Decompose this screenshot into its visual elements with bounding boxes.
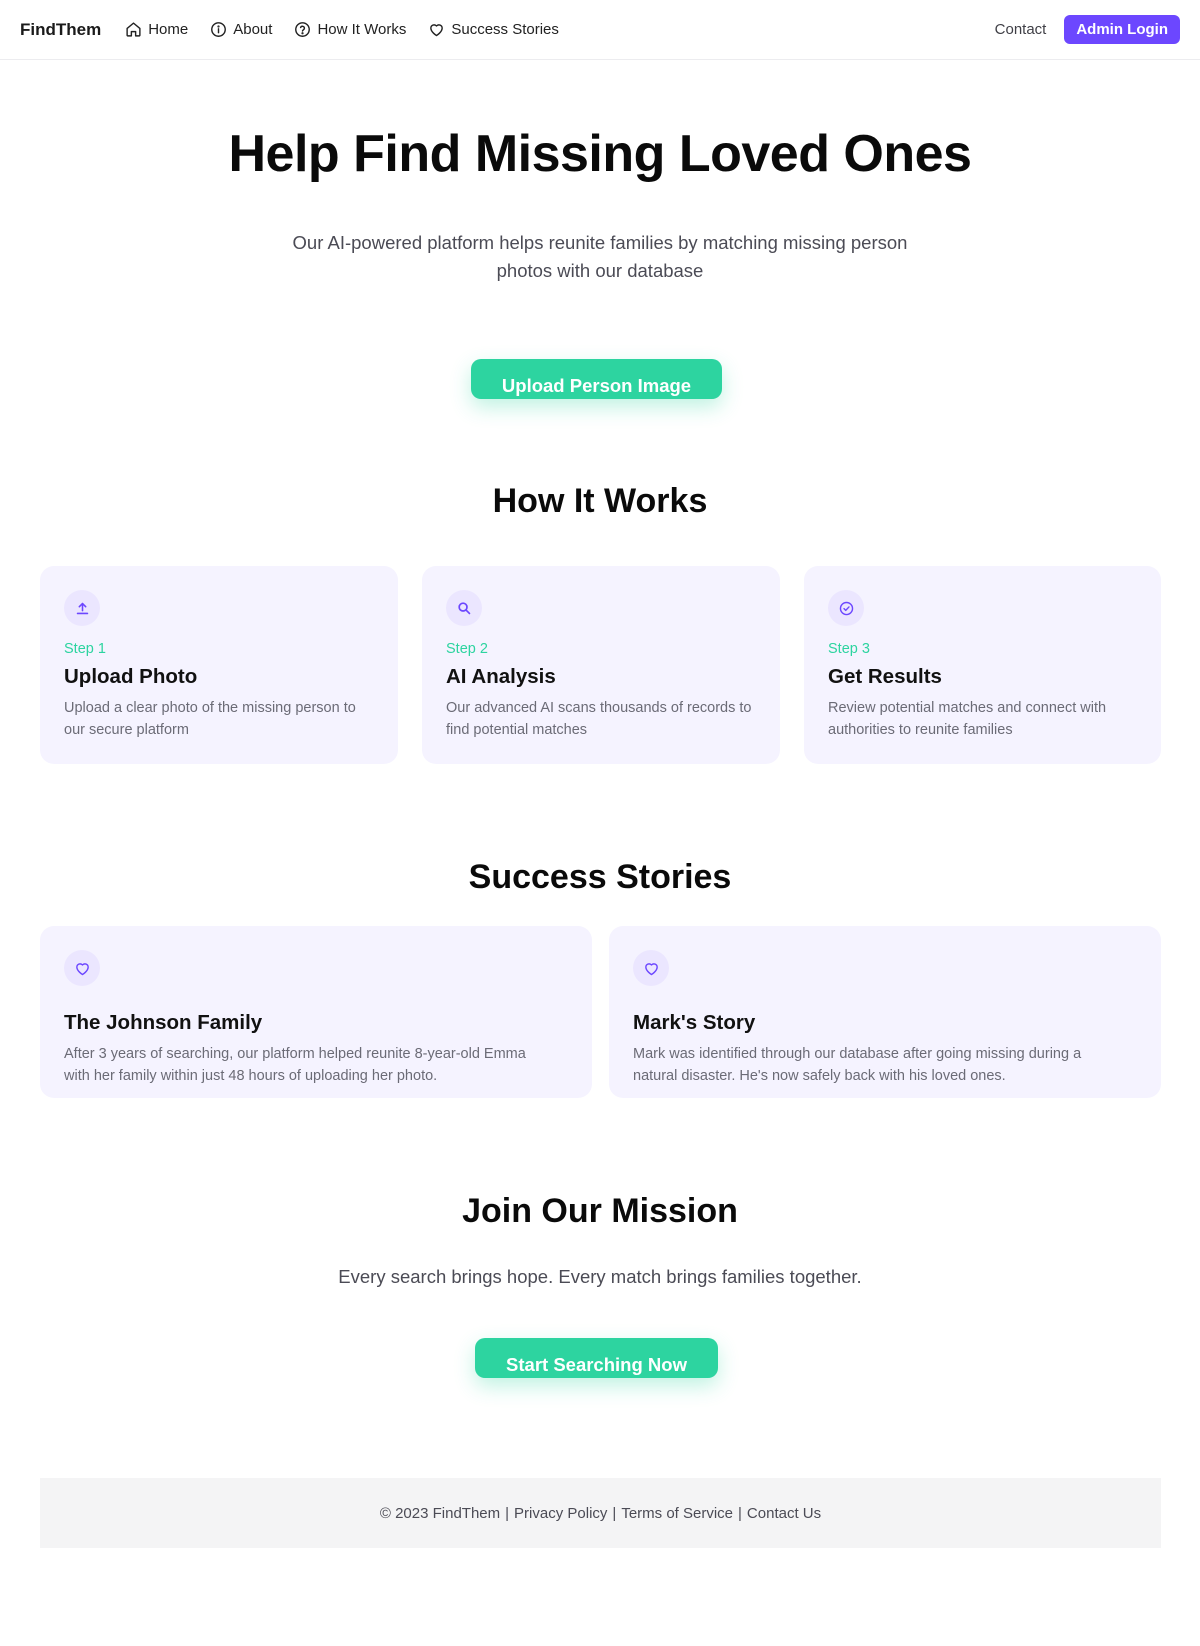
footer: © 2023 FindThem | Privacy Policy | Terms… <box>40 1478 1161 1548</box>
home-icon <box>126 22 141 37</box>
footer-privacy-link[interactable]: Privacy Policy <box>514 1505 607 1522</box>
nav-contact-link[interactable]: Contact <box>995 21 1047 38</box>
heart-icon <box>644 962 658 975</box>
step-number: Step 2 <box>446 641 488 657</box>
top-navbar: FindThem Home About How It Works Success… <box>0 0 1200 60</box>
hero-subtitle: Our AI-powered platform helps reunite fa… <box>292 232 908 281</box>
success-stories-title: Success Stories <box>468 858 732 896</box>
start-searching-button[interactable]: Start Searching Now <box>475 1338 718 1378</box>
step-description: Upload a clear photo of the missing pers… <box>64 700 356 738</box>
join-mission-title: Join Our Mission <box>462 1192 738 1230</box>
heart-icon <box>75 962 89 975</box>
step-icon-circle <box>828 590 864 626</box>
join-mission-subtitle: Every search brings hope. Every match br… <box>338 1266 862 1287</box>
step-number: Step 1 <box>64 641 106 657</box>
hero-title: Help Find Missing Loved Ones <box>228 125 972 183</box>
nav-link-how-it-works[interactable]: How It Works <box>294 21 406 38</box>
step-card-upload: Step 1 Upload Photo Upload a clear photo… <box>40 566 398 764</box>
step-card-ai-analysis: Step 2 AI Analysis Our advanced AI scans… <box>422 566 780 764</box>
nav-link-label: Success Stories <box>451 21 559 38</box>
nav-link-label: Home <box>148 21 189 38</box>
nav-link-success-stories[interactable]: Success Stories <box>428 21 559 38</box>
nav-link-label: About <box>233 21 273 38</box>
nav-link-home[interactable]: Home <box>125 21 188 38</box>
story-title: The Johnson Family <box>64 1011 263 1034</box>
step-title: AI Analysis <box>446 665 556 688</box>
help-circle-icon <box>295 22 311 37</box>
step-title: Upload Photo <box>64 665 198 688</box>
step-icon-circle <box>446 590 482 626</box>
brand-logo[interactable]: FindThem <box>20 20 101 40</box>
footer-separator: | <box>612 1504 617 1522</box>
footer-separator: | <box>738 1504 742 1522</box>
story-icon-circle <box>633 950 669 986</box>
info-icon <box>211 22 227 37</box>
heart-icon <box>430 24 444 37</box>
admin-login-button[interactable]: Admin Login <box>1064 15 1180 44</box>
story-card-johnson-family: The Johnson Family After 3 years of sear… <box>40 926 592 1098</box>
search-icon <box>457 601 470 614</box>
how-it-works-title: How It Works <box>492 482 708 520</box>
nav-link-label: How It Works <box>317 21 407 38</box>
step-number: Step 3 <box>828 641 870 657</box>
footer-contact-link[interactable]: Contact Us <box>747 1505 821 1522</box>
story-title: Mark's Story <box>633 1011 756 1034</box>
upload-icon <box>76 602 88 614</box>
step-title: Get Results <box>828 665 942 688</box>
step-card-get-results: Step 3 Get Results Review potential matc… <box>804 566 1161 764</box>
footer-terms-link[interactable]: Terms of Service <box>621 1505 733 1522</box>
story-icon-circle <box>64 950 100 986</box>
check-circle-icon <box>839 601 853 615</box>
story-description: Mark was identified through our database… <box>633 1046 1082 1084</box>
nav-link-about[interactable]: About <box>210 21 272 38</box>
story-description: After 3 years of searching, our platform… <box>64 1046 526 1084</box>
footer-copyright: © 2023 FindThem <box>379 1504 501 1522</box>
story-card-marks-story: Mark's Story Mark was identified through… <box>609 926 1161 1098</box>
step-description: Our advanced AI scans thousands of recor… <box>446 700 752 738</box>
upload-person-image-button[interactable]: Upload Person Image <box>471 359 722 399</box>
step-description: Review potential matches and connect wit… <box>828 700 1107 738</box>
step-icon-circle <box>64 590 100 626</box>
footer-separator: | <box>505 1504 510 1522</box>
